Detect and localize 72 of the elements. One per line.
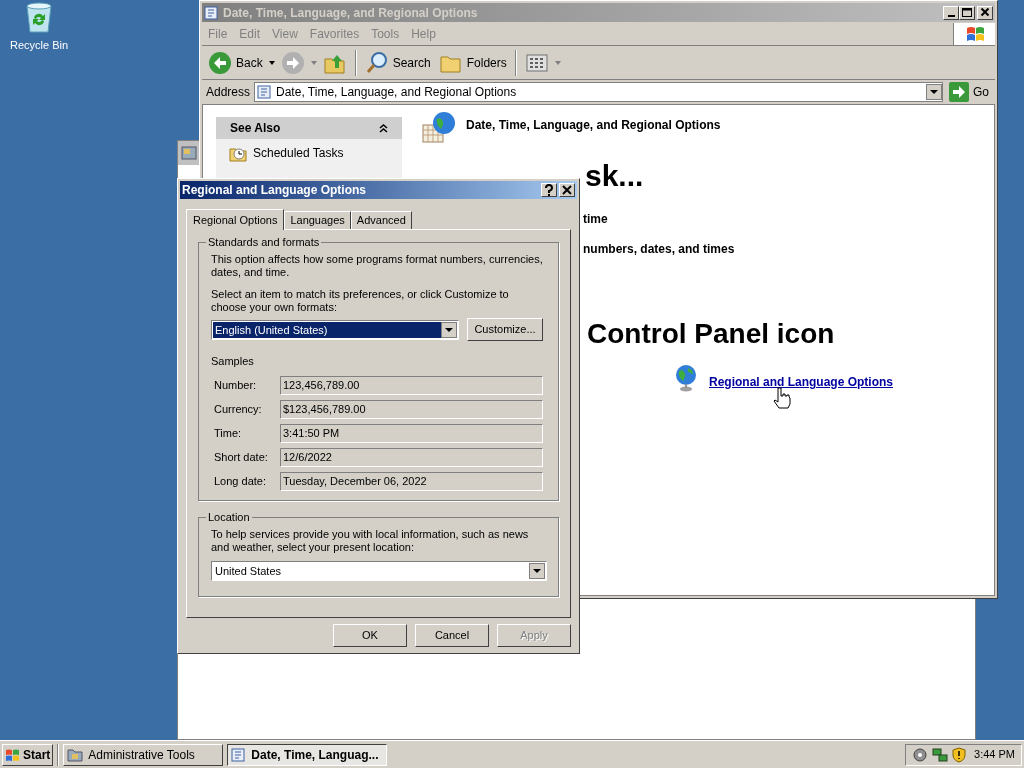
search-button[interactable]: Search xyxy=(362,47,433,78)
tab[interactable]: Languages xyxy=(284,211,351,229)
go-button[interactable]: Go xyxy=(947,82,991,102)
field-label: Number: xyxy=(213,377,258,393)
help-button[interactable] xyxy=(541,183,557,197)
control-panel-link[interactable]: Regional and Language Options xyxy=(709,373,893,391)
windows-logo-icon xyxy=(964,25,985,43)
field-label: Time: xyxy=(213,425,243,441)
field-label: Short date: xyxy=(213,449,269,465)
search-icon xyxy=(364,50,389,75)
tab[interactable]: Regional Options xyxy=(186,209,285,230)
heading-text: Control Panel icon xyxy=(587,317,835,351)
close-button[interactable] xyxy=(977,5,993,20)
help-icon xyxy=(544,184,554,196)
tab[interactable]: Advanced xyxy=(350,211,412,229)
close-button[interactable] xyxy=(559,183,575,197)
shield-icon[interactable] xyxy=(952,746,966,763)
group-label: Location xyxy=(206,511,252,523)
dialog-button[interactable]: Cancel xyxy=(415,624,489,647)
globe-icon xyxy=(673,364,699,393)
dropdown[interactable]: United States xyxy=(211,561,547,581)
minimize-button[interactable] xyxy=(943,5,959,20)
taskbar-button[interactable]: Administrative Tools xyxy=(63,743,224,766)
customize-button[interactable]: Customize... xyxy=(467,318,543,341)
readonly-field: Tuesday, December 06, 2022 xyxy=(280,471,543,491)
group-label: Standards and formats xyxy=(206,236,322,248)
instruction-text: Select an item to match its preferences, or click Customize to choose your own formats: xyxy=(211,288,510,314)
panel-title: See Also xyxy=(230,120,282,137)
taskbar-button[interactable]: Date, Time, Languag... xyxy=(227,743,388,766)
section-label: Samples xyxy=(211,354,255,369)
hand-cursor-icon xyxy=(773,387,791,409)
folders-button[interactable]: Folders xyxy=(436,47,509,78)
start-button[interactable]: Start xyxy=(2,743,54,766)
network-icon[interactable] xyxy=(932,746,948,763)
recycle-bin-icon[interactable] xyxy=(24,2,54,34)
task-text: numbers, dates, and times xyxy=(583,241,735,258)
see-also-link[interactable]: Scheduled Tasks xyxy=(216,139,402,167)
address-label: Address xyxy=(206,84,251,101)
readonly-field: $123,456,789.00 xyxy=(280,399,543,419)
collapse-chevron-icon[interactable] xyxy=(379,123,388,133)
description-text: To help services provide you with local information, such as news and weather, select your present location: xyxy=(211,528,530,554)
tools-folder-icon xyxy=(67,746,84,763)
close-icon xyxy=(980,8,990,17)
window-icon xyxy=(204,4,219,21)
close-icon xyxy=(562,185,572,195)
dialog-title: Regional and Language Options xyxy=(182,182,367,199)
calendar-globe-icon xyxy=(422,111,458,145)
task-text: time xyxy=(583,211,608,228)
clock-text: 3:44 PM xyxy=(974,747,1015,763)
dialog-button[interactable]: OK xyxy=(333,624,407,647)
minimize-icon xyxy=(947,14,955,17)
window-title: Date, Time, Language, and Regional Options xyxy=(223,4,479,22)
dropdown[interactable]: English (United States) xyxy=(211,319,459,340)
back-button[interactable]: Back xyxy=(206,47,265,78)
category-title: Date, Time, Language, and Regional Options xyxy=(466,117,721,134)
dropdown-arrow-icon[interactable] xyxy=(268,60,275,65)
windows-logo-icon xyxy=(5,747,21,762)
icon-label: Recycle Bin xyxy=(9,38,69,53)
control-panel-icon xyxy=(257,84,273,100)
tray-disc-icon[interactable] xyxy=(912,746,928,763)
readonly-field: 123,456,789.00 xyxy=(280,375,543,395)
heading-text: sk... xyxy=(585,158,644,194)
window-icon xyxy=(181,145,197,161)
control-panel-icon xyxy=(231,746,247,763)
field-label: Long date: xyxy=(213,473,267,489)
maximize-icon xyxy=(962,8,972,17)
readonly-field: 3:41:50 PM xyxy=(280,423,543,443)
maximize-button[interactable] xyxy=(959,5,975,20)
description-text: This option affects how some programs format numbers, currencies, dates, and time. xyxy=(211,253,544,279)
field-label: Currency: xyxy=(213,401,263,417)
readonly-field: 12/6/2022 xyxy=(280,447,543,467)
address-field[interactable]: Date, Time, Language, and Regional Options xyxy=(254,82,943,102)
